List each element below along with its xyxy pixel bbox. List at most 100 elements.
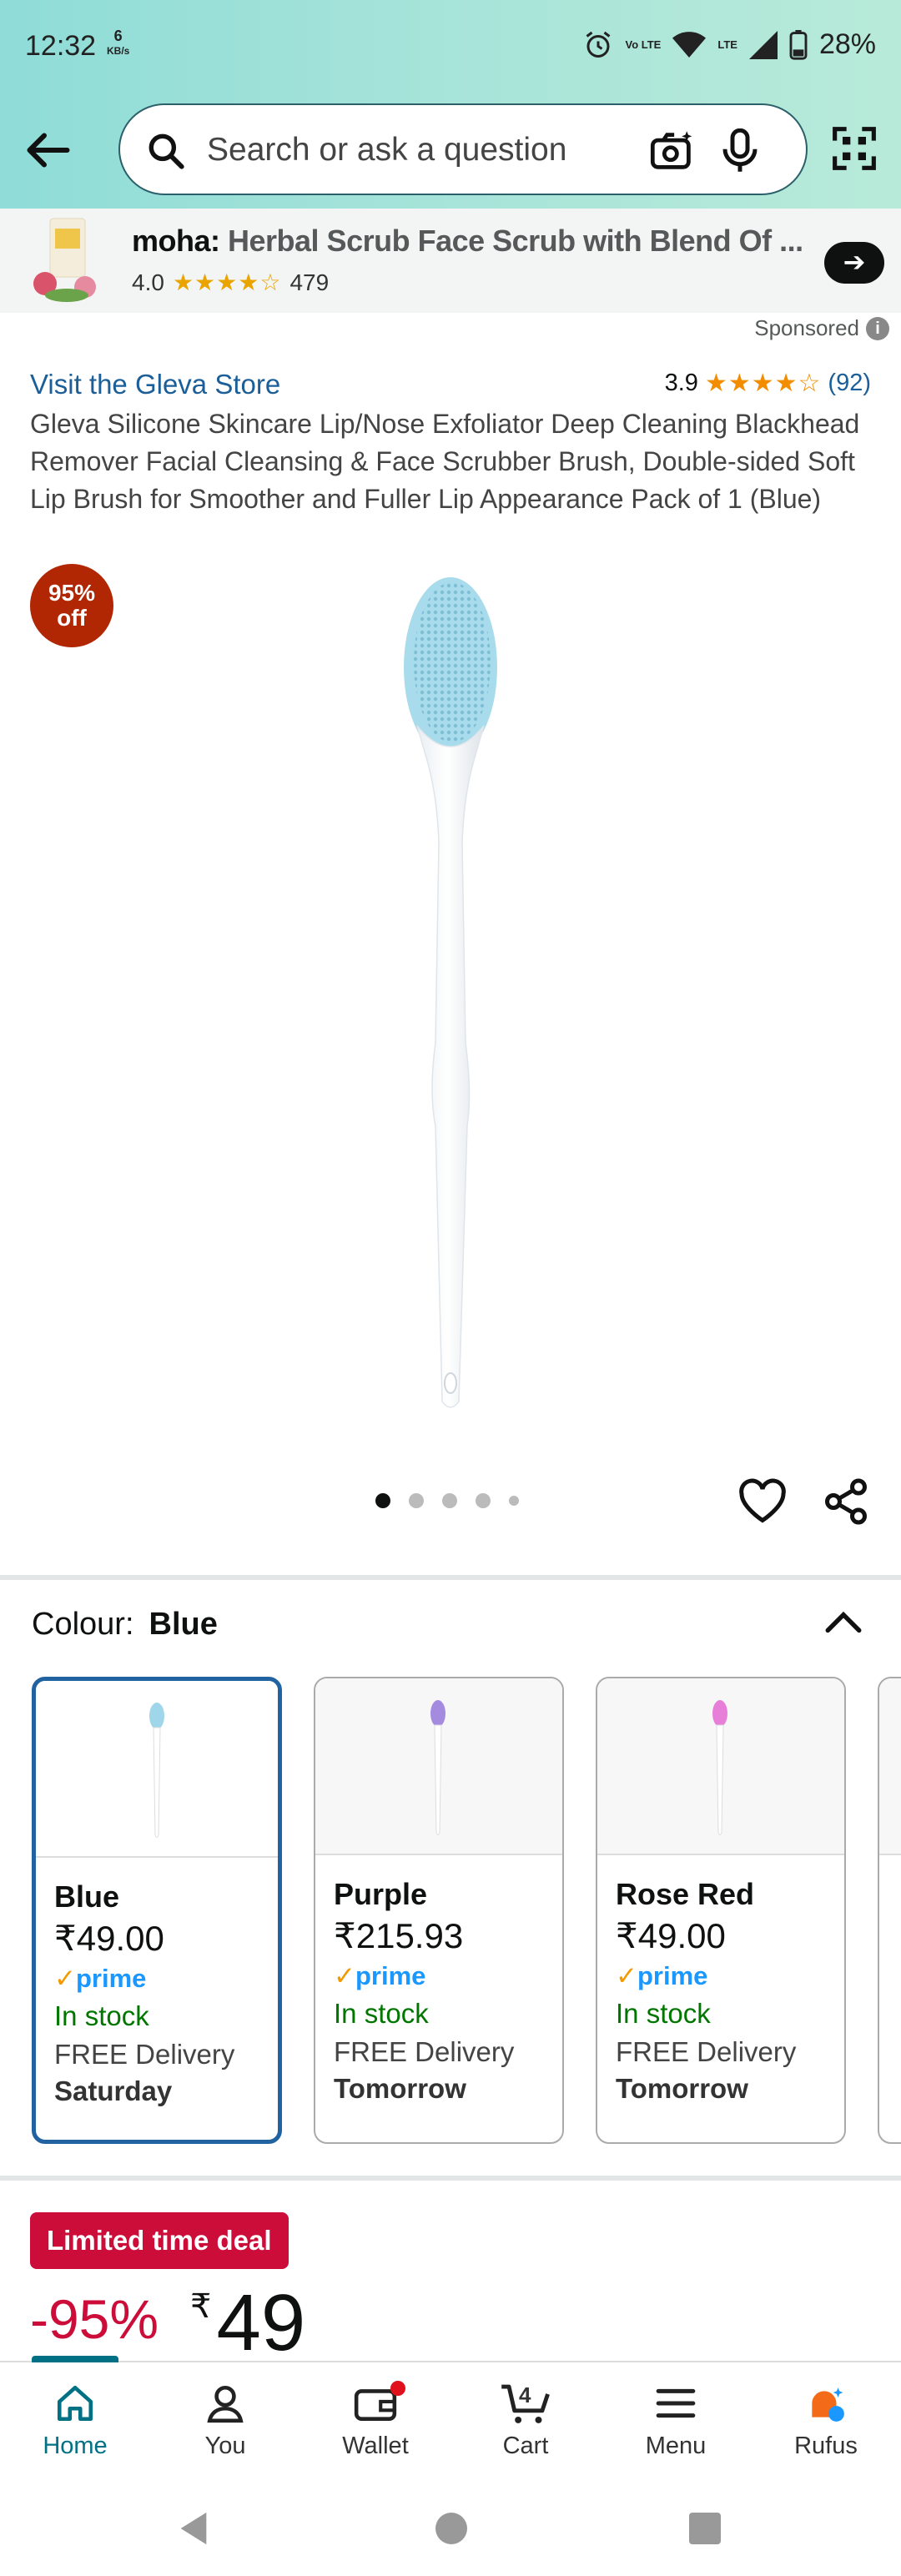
limited-time-deal-badge: Limited time deal bbox=[30, 2212, 289, 2269]
discount-badge-word: off bbox=[57, 605, 87, 631]
alarm-icon bbox=[586, 31, 611, 58]
nav-wallet[interactable]: Wallet bbox=[300, 2377, 450, 2460]
brush-thumbnail-blue bbox=[149, 1703, 164, 1838]
colour-option-price: ₹215.93 bbox=[334, 1916, 464, 1955]
camera-search-icon[interactable] bbox=[649, 128, 696, 174]
colour-option-name: Rose Red bbox=[616, 1877, 755, 1911]
product-rating-value: 3.9 bbox=[664, 370, 698, 396]
deal-price: ₹49 bbox=[190, 2277, 305, 2369]
brush-thumbnail-purple bbox=[430, 1700, 445, 1835]
active-tab-indicator bbox=[32, 2356, 118, 2362]
pager-dot[interactable] bbox=[476, 1493, 491, 1508]
pager-dot[interactable] bbox=[409, 1493, 424, 1508]
product-review-count[interactable]: (92) bbox=[828, 370, 871, 397]
signal-icon bbox=[748, 30, 778, 59]
status-time: 12:32 bbox=[25, 30, 97, 62]
pager-dot[interactable] bbox=[375, 1493, 390, 1508]
section-divider bbox=[0, 1575, 901, 1580]
colour-option-image bbox=[597, 1678, 844, 1855]
net-speed-value: 6 bbox=[113, 28, 123, 44]
product-page: 12:32 6 KB/s Vo LTE LTE 28% Search or as… bbox=[0, 0, 901, 2576]
pager-dot[interactable] bbox=[509, 1496, 519, 1506]
product-image[interactable] bbox=[392, 576, 509, 1410]
colour-options: Blue ₹49.00 ✓prime In stock FREE Deliver… bbox=[32, 1677, 901, 2144]
discount-badge: 95% off bbox=[30, 564, 113, 647]
banner-review-count: 479 bbox=[289, 269, 330, 295]
delivery-text: FREE Delivery bbox=[334, 2036, 515, 2067]
image-pager[interactable] bbox=[375, 1493, 519, 1508]
nav-cart-label: Cart bbox=[502, 2433, 549, 2459]
visit-store-link[interactable]: Visit the Gleva Store bbox=[30, 369, 280, 400]
colour-selector-label: Colour: Blue bbox=[32, 1607, 218, 1643]
home-icon bbox=[57, 2385, 93, 2422]
user-icon bbox=[207, 2385, 244, 2423]
nav-menu[interactable]: Menu bbox=[601, 2377, 751, 2460]
cart-count: 4 bbox=[519, 2382, 531, 2407]
colour-option-price: ₹49.00 bbox=[54, 1919, 164, 1958]
banner-product-name: Herbal Scrub Face Scrub with Blend Of ..… bbox=[228, 224, 803, 258]
sponsored-text: Sponsored bbox=[754, 315, 859, 340]
battery-level: 28% bbox=[818, 28, 876, 60]
delivery-text: FREE Delivery bbox=[616, 2036, 797, 2067]
nav-cart[interactable]: 4 Cart bbox=[450, 2377, 601, 2460]
colour-option-partial[interactable] bbox=[878, 1677, 901, 2144]
search-icon bbox=[148, 133, 184, 169]
colour-option-name: Blue bbox=[54, 1879, 120, 1914]
nav-rufus-label: Rufus bbox=[794, 2433, 858, 2459]
volte-indicator: Vo LTE bbox=[625, 38, 662, 51]
nav-you[interactable]: You bbox=[150, 2377, 300, 2460]
share-icon[interactable] bbox=[821, 1477, 871, 1527]
product-stars-icon: ★★★★☆ bbox=[704, 370, 822, 397]
colour-option-price: ₹49.00 bbox=[616, 1916, 726, 1955]
microphone-icon[interactable] bbox=[721, 128, 759, 174]
lte-label: LTE bbox=[717, 38, 737, 51]
system-home-icon[interactable] bbox=[435, 2513, 467, 2544]
product-rating[interactable]: 3.9 ★★★★☆ (92) bbox=[665, 369, 871, 398]
colour-option-blue[interactable]: Blue ₹49.00 ✓prime In stock FREE Deliver… bbox=[32, 1677, 282, 2144]
search-row: Search or ask a question bbox=[0, 103, 901, 195]
system-recents-icon[interactable] bbox=[689, 2513, 721, 2544]
nav-rufus[interactable]: Rufus bbox=[751, 2377, 901, 2460]
stock-status: In stock bbox=[334, 1998, 429, 2029]
system-navigation-bar bbox=[0, 2479, 901, 2576]
colour-option-purple[interactable]: Purple ₹215.93 ✓prime In stock FREE Deli… bbox=[314, 1677, 564, 2144]
brush-thumbnail-rose-red bbox=[712, 1700, 727, 1835]
banner-rating-value: 4.0 bbox=[132, 269, 164, 295]
delivery-text: FREE Delivery bbox=[54, 2039, 235, 2070]
prime-badge: ✓prime bbox=[334, 1961, 426, 1990]
top-header: 12:32 6 KB/s Vo LTE LTE 28% Search or as… bbox=[0, 0, 901, 209]
banner-title: moha: Herbal Scrub Face Scrub with Blend… bbox=[132, 224, 816, 259]
colour-option-image bbox=[36, 1681, 278, 1858]
system-back-icon[interactable] bbox=[177, 2509, 210, 2548]
stock-status: In stock bbox=[616, 1998, 711, 2029]
chevron-up-icon[interactable] bbox=[823, 1605, 864, 1638]
colour-option-image bbox=[879, 1678, 901, 1855]
currency-symbol: ₹ bbox=[190, 2288, 212, 2325]
nav-wallet-label: Wallet bbox=[342, 2433, 409, 2459]
heart-icon[interactable] bbox=[737, 1478, 788, 1525]
banner-arrow-button[interactable]: ➔ bbox=[824, 242, 884, 284]
nav-you-label: You bbox=[204, 2433, 246, 2459]
info-icon[interactable]: i bbox=[866, 316, 889, 340]
qr-scanner-icon[interactable] bbox=[831, 123, 878, 174]
pager-dot[interactable] bbox=[442, 1493, 457, 1508]
sponsored-banner[interactable]: moha: Herbal Scrub Face Scrub with Blend… bbox=[0, 209, 901, 313]
section-divider bbox=[0, 2176, 901, 2181]
delivery-day: Tomorrow bbox=[616, 2073, 748, 2104]
colour-option-rose-red[interactable]: Rose Red ₹49.00 ✓prime In stock FREE Del… bbox=[596, 1677, 846, 2144]
search-input[interactable]: Search or ask a question bbox=[118, 103, 808, 195]
banner-brand: moha: bbox=[132, 224, 220, 258]
discount-percent: -95% bbox=[30, 2288, 159, 2350]
discount-badge-pct: 95% bbox=[48, 580, 96, 606]
nav-home[interactable]: Home bbox=[0, 2377, 150, 2460]
nav-home-label: Home bbox=[43, 2433, 108, 2459]
banner-stars-icon: ★★★★☆ bbox=[172, 269, 282, 295]
battery-icon bbox=[789, 29, 808, 60]
back-arrow-icon[interactable] bbox=[23, 125, 73, 175]
delivery-day: Saturday bbox=[54, 2075, 173, 2106]
delivery-day: Tomorrow bbox=[334, 2073, 466, 2104]
net-speed-unit: KB/s bbox=[107, 45, 130, 57]
deal-price-value: 49 bbox=[216, 2278, 306, 2367]
sponsored-label[interactable]: Sponsored i bbox=[754, 315, 889, 341]
colour-option-image bbox=[315, 1678, 562, 1855]
